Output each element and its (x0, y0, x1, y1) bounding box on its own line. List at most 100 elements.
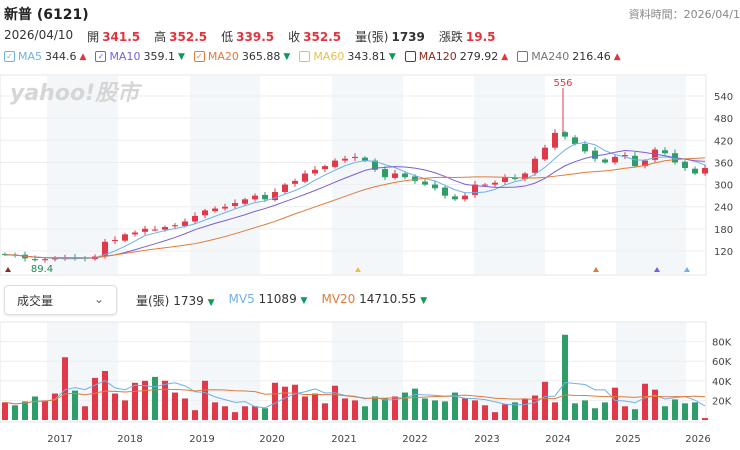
volume-bar (462, 398, 468, 420)
volume-bar (22, 401, 28, 420)
candle-body (162, 227, 168, 230)
yahoo-watermark: yahoo!股市 (10, 80, 143, 106)
candle-body (582, 143, 588, 152)
candle-body (172, 225, 178, 227)
volume-bar (602, 402, 608, 420)
candle-body (662, 150, 668, 154)
volume-bar (192, 410, 198, 420)
ma-marker-icon (5, 267, 11, 272)
candle-body (232, 203, 238, 206)
candle-body (392, 173, 398, 178)
x-tick-label: 2017 (47, 434, 72, 445)
volume-bar (222, 406, 228, 420)
candle-body (552, 132, 558, 148)
candle-body (302, 173, 308, 182)
volume-bar (12, 405, 18, 420)
x-tick-label: 2022 (402, 434, 427, 445)
volume-bar (412, 388, 418, 420)
volume-bar (82, 406, 88, 420)
volume-bar (622, 406, 628, 420)
x-tick-label: 2018 (117, 434, 142, 445)
volume-bar (502, 404, 508, 420)
candle-body (122, 234, 128, 241)
candle-body (702, 167, 708, 174)
volume-bar (642, 383, 648, 420)
volume-bar (172, 392, 178, 420)
volume-bar (252, 406, 258, 420)
volume-bar (632, 409, 638, 420)
candle-body (572, 137, 578, 144)
volume-bar (2, 402, 8, 420)
stock-chart[interactable]: 120 180 240 300 360 420 480 540 20K 40K 60K 80K yaho… (0, 0, 740, 450)
candle-body (542, 147, 548, 160)
candle-body (242, 199, 248, 204)
price-tick-label: 300 (714, 181, 733, 192)
candle-body (502, 177, 508, 182)
volume-bar (302, 396, 308, 420)
volume-tick-label: 40K (712, 377, 732, 388)
volume-bar (312, 393, 318, 420)
volume-bar (142, 380, 148, 420)
candle-body (132, 232, 138, 235)
year-band (190, 76, 260, 274)
volume-bar (122, 400, 128, 420)
volume-bar (272, 382, 278, 420)
x-tick-label: 2019 (189, 434, 214, 445)
volume-bar (112, 393, 118, 420)
volume-bar (592, 408, 598, 420)
volume-bar (652, 389, 658, 420)
candle-body (252, 195, 258, 200)
candle-body (312, 169, 318, 174)
volume-bar (282, 386, 288, 420)
volume-bar (352, 400, 358, 420)
volume-bar (402, 392, 408, 420)
candle-body (382, 169, 388, 178)
volume-bar (332, 385, 338, 420)
volume-bar (662, 406, 668, 420)
candle-body (192, 215, 198, 222)
volume-bar (672, 399, 678, 420)
volume-bar (132, 382, 138, 420)
candle-body (292, 180, 298, 184)
candle-body (482, 184, 488, 186)
volume-bar (62, 357, 68, 420)
x-tick-label: 2026 (685, 434, 710, 445)
candle-body (42, 259, 48, 261)
candle-body (492, 182, 498, 185)
candle-body (632, 155, 638, 167)
volume-bar (432, 400, 438, 420)
candle-body (612, 156, 618, 163)
volume-bar (542, 381, 548, 420)
candle-body (142, 228, 148, 232)
ma-marker-icon (593, 267, 599, 272)
volume-bar (682, 403, 688, 420)
candle-body (422, 181, 428, 185)
volume-bar (572, 403, 578, 420)
year-band (616, 76, 686, 274)
volume-bar (182, 398, 188, 420)
candle-body (282, 184, 288, 192)
candle-body (682, 161, 688, 168)
volume-tick-label: 80K (712, 338, 732, 349)
x-tick-label: 2024 (545, 434, 570, 445)
volume-bar (232, 412, 238, 420)
candle-body (432, 184, 438, 189)
candle-body (342, 158, 348, 161)
candle-body (592, 150, 598, 159)
volume-bar (212, 402, 218, 420)
volume-bar (582, 400, 588, 420)
volume-bar (242, 406, 248, 420)
volume-bar (32, 396, 38, 420)
candle-body (262, 194, 268, 200)
volume-bar (552, 402, 558, 420)
volume-bar (202, 380, 208, 420)
volume-bar (322, 403, 328, 420)
price-tick-label: 360 (714, 158, 733, 169)
price-tick-label: 420 (714, 136, 733, 147)
candle-body (112, 239, 118, 242)
low-annotation: 89.4 (31, 264, 53, 275)
volume-bar (342, 398, 348, 420)
candle-body (32, 259, 38, 261)
volume-tick-label: 60K (712, 357, 732, 368)
volume-bar (482, 405, 488, 420)
